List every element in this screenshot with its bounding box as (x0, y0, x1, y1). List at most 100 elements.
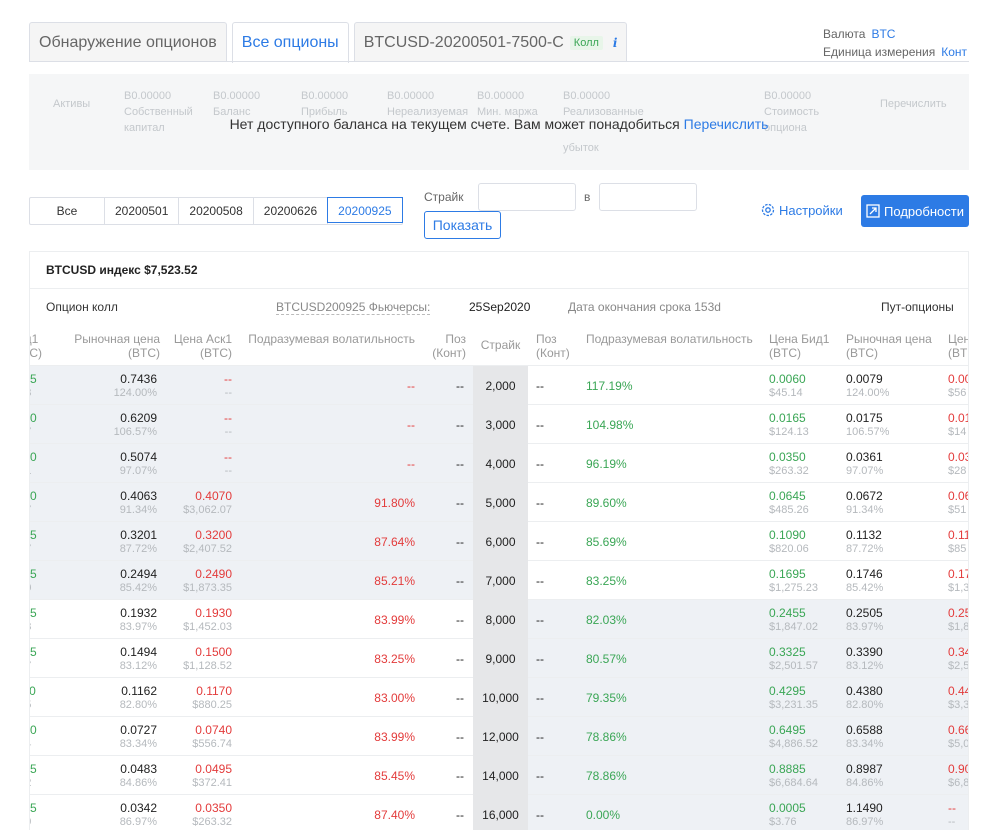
details-button[interactable]: Подробности (861, 195, 969, 227)
date-20200508[interactable]: 20200508 (179, 198, 254, 224)
put-ask-cell[interactable]: 0.00$56 (948, 366, 968, 405)
call-ask-cell[interactable]: 0.1930 $1,452.03 (150, 600, 232, 639)
call-position-value: -- (456, 808, 464, 822)
put-bid-value: 0.6495 (769, 723, 806, 737)
call-bid-cell[interactable]: 00302.57 (30, 405, 56, 444)
put-ask-cell[interactable]: 0.34$2,5 (948, 639, 968, 678)
table-row[interactable]: 06001.410.507497.07%--------4,000--96.19… (30, 444, 968, 483)
put-ask-cell[interactable]: 0.03$28 (948, 444, 968, 483)
put-ask-cell[interactable]: 0.66$5,0 (948, 717, 968, 756)
table-row[interactable]: 03156.990.034286.97%0.0350$263.3287.40%-… (30, 795, 968, 830)
call-mark-cell: 0.0483 84.86% (60, 756, 157, 795)
put-bid-cell[interactable]: 0.0060 $45.14 (769, 366, 839, 405)
date-20200925[interactable]: 20200925 (327, 197, 403, 223)
put-ask-cell[interactable]: 0.17$1,3 (948, 561, 968, 600)
header-unit: (BTC) (128, 346, 160, 360)
put-bid-cell[interactable]: 0.1090 $820.06 (769, 522, 839, 561)
put-ask-value: 0.00 (948, 372, 968, 386)
call-bid-cell[interactable]: 31553.67 (30, 522, 56, 561)
call-bid-cell[interactable]: 00356.33 (30, 366, 56, 405)
put-ask-value: 0.66 (948, 723, 968, 737)
put-bid-cell[interactable]: 0.2455 $1,847.02 (769, 600, 839, 639)
call-ask-cell[interactable]: 0.2490 $1,873.35 (150, 561, 232, 600)
balance-panel: Активы B0.00000 Собственный капитал B0.0… (29, 74, 969, 170)
call-bid-cell[interactable]: 04552.32 (30, 756, 56, 795)
currency-value[interactable]: BTC (871, 27, 895, 41)
table-row[interactable]: 00302.570.6209106.57%--------3,000--104.… (30, 405, 968, 444)
tab-option-discovery[interactable]: Обнаружение опционов (29, 22, 227, 62)
call-bid-value: 0315 (30, 801, 37, 815)
call-ask-cell[interactable]: 0.1170 $880.25 (150, 678, 232, 717)
call-iv-cell: 85.45% (240, 756, 415, 795)
call-bid-cell[interactable]: 14554.67 (30, 639, 56, 678)
call-position-cell: -- (420, 678, 464, 717)
tab-all-options[interactable]: Все опционы (231, 22, 349, 63)
table-row[interactable]: 40301.970.406391.34%0.4070$3,062.0791.80… (30, 483, 968, 522)
table-row[interactable]: 07006.640.072783.34%0.0740$556.7483.99%-… (30, 717, 968, 756)
call-ask-cell[interactable]: 0.0350 $263.32 (150, 795, 232, 830)
strike-value: 12,000 (482, 730, 519, 744)
message-text: Нет доступного баланса на текущем счете.… (229, 116, 680, 132)
call-bid-value: 1130 (29, 684, 36, 698)
put-ask-cell[interactable]: 0.25$1,8 (948, 600, 968, 639)
call-bid-cell[interactable]: 24459.50 (30, 561, 56, 600)
ghost-value: B0.00000 (301, 90, 349, 102)
tab-contract[interactable]: BTCUSD-20200501-7500-C Колл i (353, 22, 628, 62)
settings-button[interactable]: Настройки (760, 202, 843, 218)
put-bid-cell[interactable]: 0.1695 $1,275.23 (769, 561, 839, 600)
put-bid-cell[interactable]: 0.6495 $4,886.52 (769, 717, 839, 756)
call-ask-cell[interactable]: -- -- (150, 366, 232, 405)
call-ask-value: -- (224, 450, 232, 464)
date-all[interactable]: Все (30, 198, 105, 224)
put-bid-cell[interactable]: 0.3325 $2,501.57 (769, 639, 839, 678)
call-ask-cell[interactable]: -- -- (150, 444, 232, 483)
show-button[interactable]: Показать (424, 211, 501, 239)
put-bid-cell[interactable]: 0.0005 $3.76 (769, 795, 839, 830)
table-row[interactable]: 14554.670.149483.12%0.1500$1,128.5283.25… (30, 639, 968, 678)
info-icon[interactable]: i (613, 36, 618, 50)
call-bid-cell[interactable]: 40301.97 (30, 483, 56, 522)
header-unit: (BTC) (29, 346, 42, 360)
call-ask-cell[interactable]: 0.4070 $3,062.07 (150, 483, 232, 522)
table-row[interactable]: 18858.180.193283.97%0.1930$1,452.0383.99… (30, 600, 968, 639)
call-ask-cell[interactable]: 0.3200 $2,407.52 (150, 522, 232, 561)
call-bid-cell[interactable]: 03156.99 (30, 795, 56, 830)
call-bid-cell[interactable]: 18858.18 (30, 600, 56, 639)
strike-to-input[interactable] (599, 183, 697, 211)
put-position-cell: -- (536, 366, 566, 405)
date-20200501[interactable]: 20200501 (105, 198, 180, 224)
date-20200626[interactable]: 20200626 (254, 198, 329, 224)
table-row[interactable]: 04552.320.048384.86%0.0495$372.4185.45% -… (30, 756, 968, 795)
call-bid-cell[interactable]: 07006.64 (30, 717, 56, 756)
put-ask-cell[interactable]: 0.11 $85 (948, 522, 968, 561)
call-bid-cell[interactable]: 06001.41 (30, 444, 56, 483)
put-bid-cell[interactable]: 0.0645 $485.26 (769, 483, 839, 522)
put-ask-cell[interactable]: -- -- (948, 795, 968, 830)
table-row[interactable]: 31553.670.320187.72%0.3200$2,407.5287.64… (30, 522, 968, 561)
call-ask-cell[interactable]: 0.1500 $1,128.52 (150, 639, 232, 678)
transfer-link[interactable]: Перечислить (684, 116, 769, 132)
table-row[interactable]: 24459.500.249485.42%0.2490$1,873.3585.21… (30, 561, 968, 600)
call-mark-sub: 124.00% (113, 387, 157, 399)
put-bid-cell[interactable]: 0.0350 $263.32 (769, 444, 839, 483)
call-ask-value: 0.4070 (195, 489, 232, 503)
put-ask-cell[interactable]: 0.01$14 (948, 405, 968, 444)
put-ask-cell[interactable]: 0.06$51 (948, 483, 968, 522)
call-ask-cell[interactable]: 0.0740 $556.74 (150, 717, 232, 756)
call-bid-cell[interactable]: 11300.15 (29, 678, 56, 717)
put-bid-value: 0.1695 (769, 567, 806, 581)
put-position-cell: -- (536, 756, 566, 795)
table-row[interactable]: 11300.150.116282.80%0.1170$880.2583.00%-… (29, 678, 968, 717)
strike-from-input[interactable] (478, 183, 576, 211)
futures-label[interactable]: BTCUSD200925 Фьючерсы: (276, 300, 431, 315)
unit-value[interactable]: Конт (941, 45, 967, 59)
put-bid-cell[interactable]: 0.4295 $3,231.35 (769, 678, 839, 717)
put-ask-cell[interactable]: 0.44$3,3 (948, 678, 968, 717)
table-row[interactable]: 00356.330.7436124.00%--------2,000--117.… (30, 366, 968, 405)
put-bid-cell[interactable]: 0.8885 $6,684.64 (769, 756, 839, 795)
put-ask-cell[interactable]: 0.90$6,8 (948, 756, 968, 795)
call-ask-cell[interactable]: 0.0495 $372.41 (150, 756, 232, 795)
put-bid-cell[interactable]: 0.0165 $124.13 (769, 405, 839, 444)
call-ask-cell[interactable]: -- -- (150, 405, 232, 444)
put-bid-value: 0.1090 (769, 528, 806, 542)
